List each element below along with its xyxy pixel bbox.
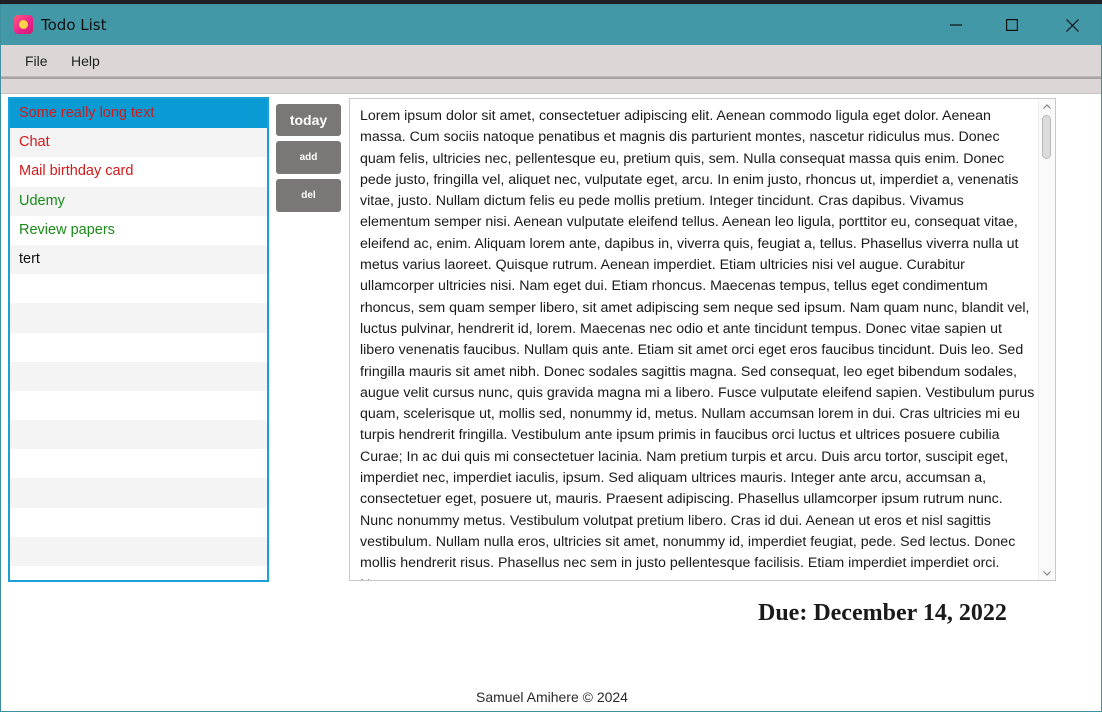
maximize-button[interactable] bbox=[983, 5, 1041, 45]
todo-list-item[interactable]: Mail birthday card bbox=[10, 157, 267, 186]
todo-list-item[interactable]: Review papers bbox=[10, 216, 267, 245]
add-button[interactable]: add bbox=[276, 141, 341, 174]
today-button[interactable]: today bbox=[276, 104, 341, 136]
close-button[interactable] bbox=[1043, 5, 1101, 45]
description-scrollbar[interactable] bbox=[1038, 99, 1055, 580]
menu-help[interactable]: Help bbox=[71, 53, 100, 69]
todo-list-empty-row[interactable] bbox=[10, 478, 267, 508]
todo-list-empty-row[interactable] bbox=[10, 303, 267, 333]
scroll-up-icon[interactable] bbox=[1042, 102, 1052, 110]
todo-list-empty-row[interactable] bbox=[10, 508, 267, 537]
menu-bar: File Help bbox=[1, 45, 1101, 77]
todo-list-empty-row[interactable] bbox=[10, 333, 267, 362]
minimize-icon bbox=[950, 24, 962, 26]
todo-list-item[interactable]: Udemy bbox=[10, 186, 267, 216]
todo-list-empty-row[interactable] bbox=[10, 536, 267, 566]
todo-list[interactable]: Some really long text Chat Mail birthday c… bbox=[8, 97, 269, 582]
footer-credit: Samuel Amihere © 2024 bbox=[476, 689, 628, 705]
menu-file[interactable]: File bbox=[25, 53, 48, 69]
maximize-icon bbox=[1006, 19, 1018, 31]
todo-list-empty-row[interactable] bbox=[10, 361, 267, 391]
scroll-thumb[interactable] bbox=[1042, 115, 1051, 159]
window-title: Todo List bbox=[41, 16, 107, 34]
minimize-button[interactable] bbox=[927, 5, 985, 45]
todo-list-empty-row[interactable] bbox=[10, 274, 267, 303]
toolbar-strip bbox=[1, 77, 1101, 94]
todo-list-item-selected[interactable]: Some really long text bbox=[10, 99, 267, 129]
scroll-down-icon[interactable] bbox=[1042, 569, 1052, 577]
close-icon bbox=[1065, 18, 1079, 32]
todo-list-empty-row[interactable] bbox=[10, 391, 267, 420]
todo-list-empty-row[interactable] bbox=[10, 449, 267, 478]
todo-list-empty-row[interactable] bbox=[10, 420, 267, 450]
todo-list-item[interactable]: tert bbox=[10, 244, 267, 275]
description-text: Lorem ipsum dolor sit amet, consectetuer… bbox=[360, 108, 1035, 580]
title-bar[interactable]: Todo List bbox=[1, 5, 1101, 45]
app-icon bbox=[14, 15, 33, 34]
todo-list-item[interactable]: Chat bbox=[10, 128, 267, 158]
app-window: Todo List File Help Some really long tex… bbox=[0, 4, 1102, 712]
description-textarea[interactable]: Lorem ipsum dolor sit amet, consectetuer… bbox=[349, 98, 1056, 581]
due-date-label: Due: December 14, 2022 bbox=[758, 600, 1007, 626]
delete-button[interactable]: del bbox=[276, 179, 341, 212]
